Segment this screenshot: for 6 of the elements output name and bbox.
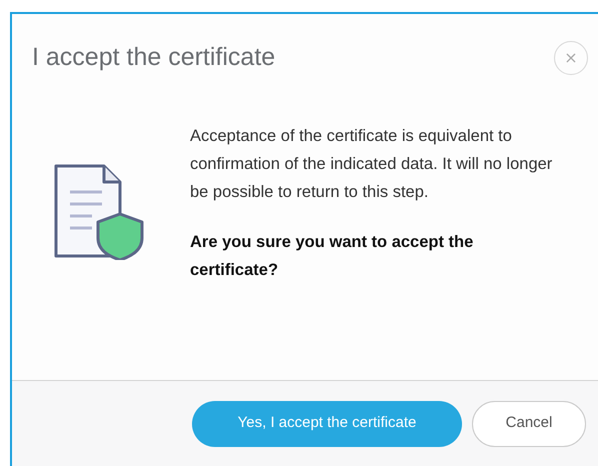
confirmation-question: Are you sure you want to accept the certificate?	[190, 232, 474, 281]
cancel-button[interactable]: Cancel	[472, 400, 586, 446]
dialog-title: I accept the certificate	[32, 42, 276, 74]
primary-button[interactable]: Yes, I accept the certificate	[192, 400, 462, 446]
close-button[interactable]: ×	[554, 41, 588, 75]
message-text: Acceptance of the certificate is equivalent to confirmation of the indicated data. It will no longer be possible to return to this step.	[190, 126, 554, 203]
